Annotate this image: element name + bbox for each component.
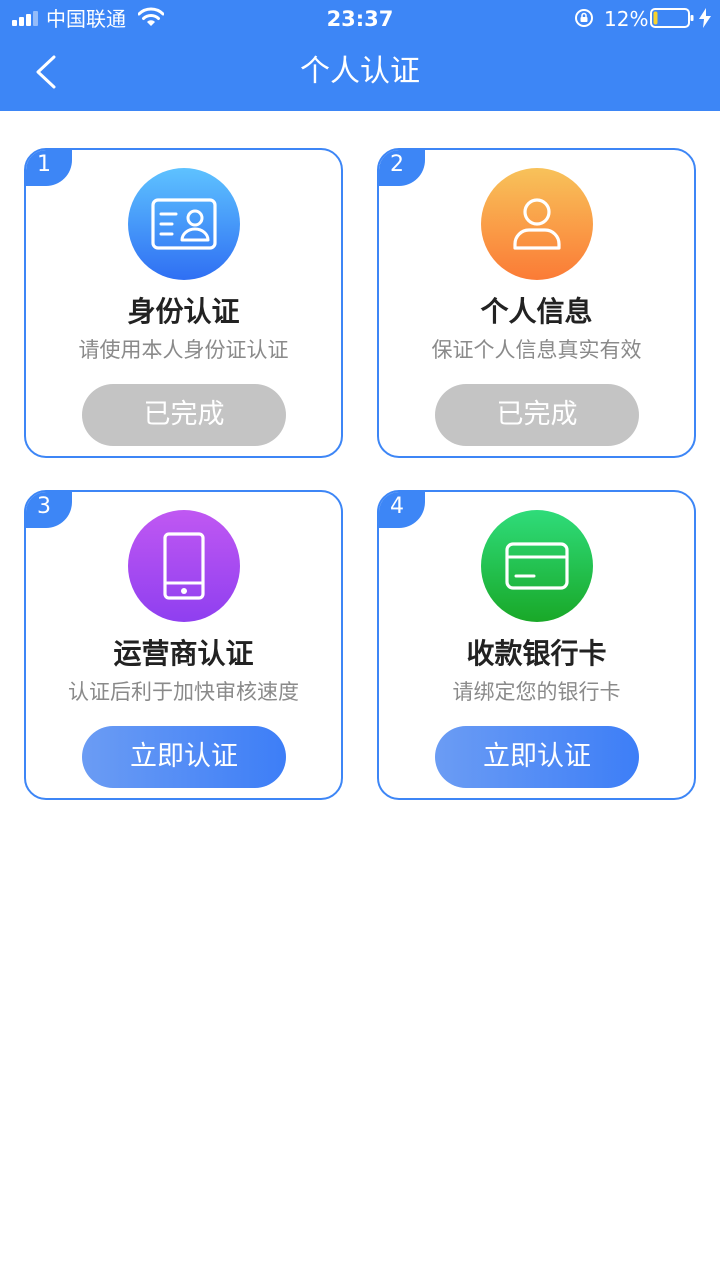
bank-card-icon <box>481 510 593 622</box>
phone-icon <box>128 510 240 622</box>
verify-now-button[interactable]: 立即认证 <box>82 726 286 788</box>
card-title: 运营商认证 <box>113 637 254 670</box>
card-identity-verification: 1 身份认证 请使用本人身份证认证 已完成 <box>24 148 343 458</box>
id-card-icon <box>128 168 240 280</box>
page-title: 个人认证 <box>300 54 420 89</box>
verify-now-button[interactable]: 立即认证 <box>435 726 639 788</box>
card-title: 身份认证 <box>127 295 240 328</box>
step-badge: 2 <box>379 150 425 186</box>
person-icon <box>481 168 593 280</box>
rotation-lock-icon <box>575 9 593 27</box>
card-description: 请绑定您的银行卡 <box>452 680 621 704</box>
card-description: 请使用本人身份证认证 <box>78 338 289 362</box>
battery-icon <box>650 8 694 28</box>
card-title: 个人信息 <box>480 295 593 328</box>
card-personal-info: 2 个人信息 保证个人信息真实有效 已完成 <box>377 148 696 458</box>
charging-icon <box>699 8 711 28</box>
card-description: 认证后利于加快审核速度 <box>68 680 299 704</box>
step-badge: 1 <box>26 150 72 186</box>
battery-percent: 12% <box>604 7 649 31</box>
card-bank-card: 4 收款银行卡 请绑定您的银行卡 立即认证 <box>377 490 696 800</box>
card-carrier-verification: 3 运营商认证 认证后利于加快审核速度 立即认证 <box>24 490 343 800</box>
completed-button[interactable]: 已完成 <box>435 384 639 446</box>
completed-button[interactable]: 已完成 <box>82 384 286 446</box>
card-description: 保证个人信息真实有效 <box>431 338 642 362</box>
header: 中国联通 23:37 12% 个人认证 <box>0 0 720 111</box>
step-badge: 3 <box>26 492 72 528</box>
card-title: 收款银行卡 <box>466 637 607 670</box>
status-bar: 中国联通 23:37 12% <box>0 0 720 38</box>
step-badge: 4 <box>379 492 425 528</box>
